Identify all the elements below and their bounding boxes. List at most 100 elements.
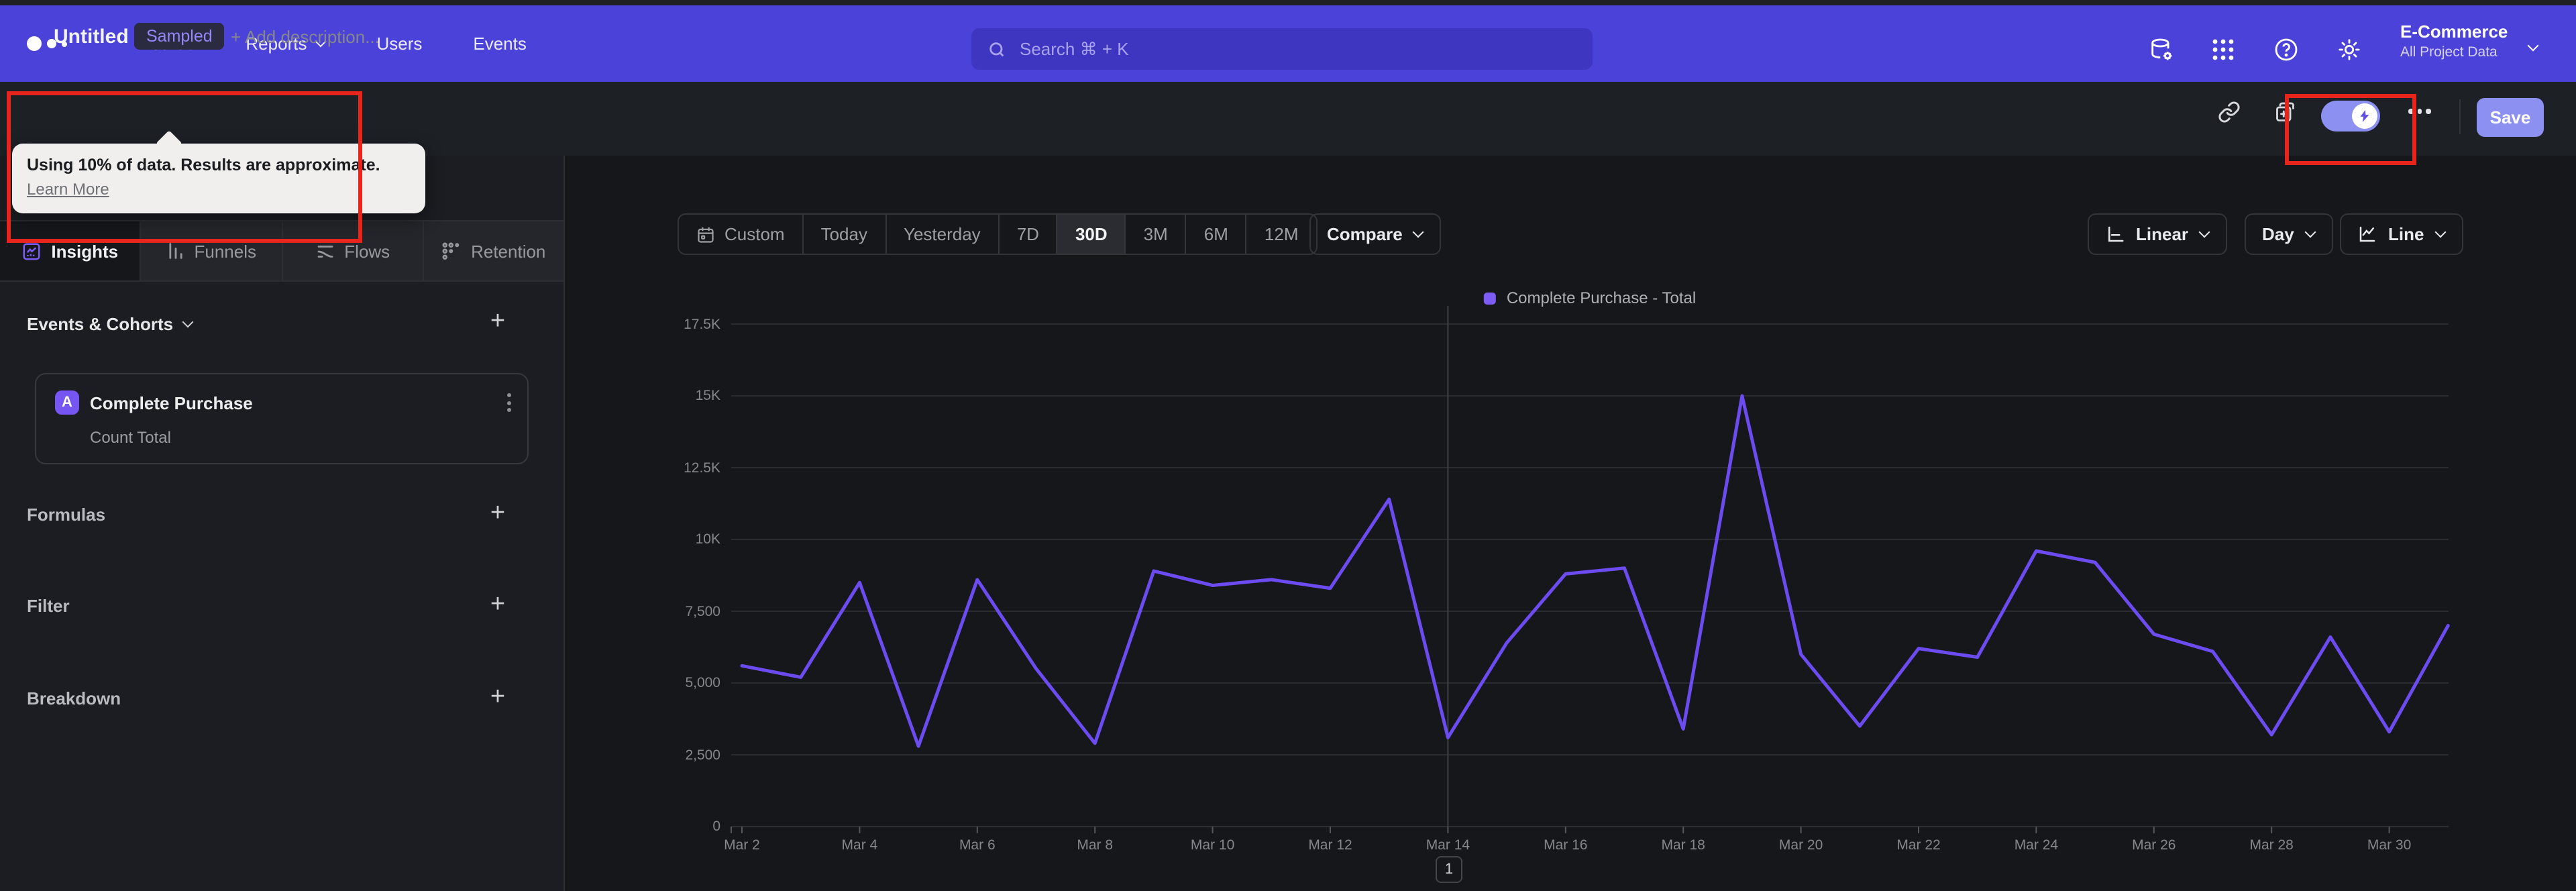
flows-icon <box>317 245 333 257</box>
y-axis-tick-label: 15K <box>695 388 720 404</box>
scale-dropdown[interactable]: Linear <box>2088 213 2228 255</box>
linear-axis-icon <box>2108 226 2124 242</box>
legend-label: Complete Purchase - Total <box>1506 289 1697 307</box>
pagination-page-1[interactable]: 1 <box>1436 856 1462 883</box>
data-management-icon[interactable] <box>2145 34 2178 66</box>
report-type-tabs: Insights Funnels Flows Retention <box>0 220 564 282</box>
y-axis-tick-label: 0 <box>712 819 720 835</box>
app-window: Boards Reports Users Events E-Commerce A… <box>0 0 2576 891</box>
range-30d[interactable]: 30D <box>1057 215 1126 254</box>
compare-dropdown[interactable]: Compare <box>1309 213 1442 255</box>
chart-type-dropdown[interactable]: Line <box>2340 213 2463 255</box>
y-axis-tick-label: 12.5K <box>684 460 720 476</box>
section-label: Events & Cohorts <box>27 314 174 334</box>
x-axis-tick-label: Mar 6 <box>959 837 996 853</box>
range-6m[interactable]: 6M <box>1187 215 1247 254</box>
help-icon[interactable] <box>2270 34 2302 66</box>
nav-item-label: Users <box>376 34 423 54</box>
report-title[interactable]: Untitled <box>54 25 129 48</box>
range-3m[interactable]: 3M <box>1126 215 1187 254</box>
x-axis-tick-label: Mar 4 <box>841 837 878 853</box>
range-label: Custom <box>724 224 785 244</box>
tab-funnels[interactable]: Funnels <box>141 221 282 280</box>
add-description-field[interactable]: + Add description... <box>231 27 380 47</box>
query-sidebar: Insights Funnels Flows Retention Events … <box>0 156 565 891</box>
tab-label: Insights <box>51 241 119 261</box>
project-name: E-Commerce <box>2400 21 2508 42</box>
search-input[interactable] <box>1017 38 1532 60</box>
range-yesterday[interactable]: Yesterday <box>886 215 1000 254</box>
add-event-button[interactable]: + <box>483 307 513 337</box>
chevron-down-icon <box>2434 226 2445 237</box>
add-formula-button[interactable]: + <box>483 499 513 529</box>
range-label: Yesterday <box>904 224 981 244</box>
tab-label: Retention <box>471 241 546 261</box>
settings-gear-icon[interactable] <box>2333 34 2365 66</box>
event-metric[interactable]: Count Total <box>90 428 171 447</box>
funnels-icon <box>168 243 182 259</box>
range-label: 6M <box>1203 224 1228 244</box>
tab-retention[interactable]: Retention <box>423 221 564 280</box>
range-7d[interactable]: 7D <box>1000 215 1058 254</box>
calendar-icon <box>698 226 714 242</box>
save-button[interactable]: Save <box>2477 98 2544 137</box>
project-selector[interactable]: E-Commerce All Project Data <box>2400 21 2529 60</box>
y-axis-tick-label: 7,500 <box>685 603 720 619</box>
line-chart-icon <box>2359 226 2375 242</box>
tab-label: Flows <box>344 241 390 261</box>
event-kebab-menu-icon[interactable] <box>507 393 511 412</box>
interval-dropdown[interactable]: Day <box>2245 213 2333 255</box>
range-label: 7D <box>1016 224 1039 244</box>
add-filter-button[interactable]: + <box>483 590 513 620</box>
project-scope: All Project Data <box>2400 44 2498 60</box>
chevron-down-icon[interactable] <box>2528 40 2538 51</box>
nav-item-events[interactable]: Events <box>473 34 527 54</box>
chart-panel: Custom Today Yesterday 7D 30D 3M 6M 12M … <box>565 156 2576 891</box>
legend-swatch <box>1483 292 1496 304</box>
tab-flows[interactable]: Flows <box>282 221 424 280</box>
x-axis-tick-label: Mar 14 <box>1426 837 1470 853</box>
x-axis-tick-label: Mar 24 <box>2014 837 2059 853</box>
range-label: Today <box>820 224 867 244</box>
range-12m[interactable]: 12M <box>1247 215 1316 254</box>
toggle-knob <box>2352 103 2377 129</box>
x-axis-tick-label: Mar 20 <box>1778 837 1823 853</box>
breakdown-section-label: Breakdown <box>27 688 121 709</box>
event-letter-badge: A <box>55 390 79 415</box>
apps-grid-icon[interactable] <box>2207 34 2239 66</box>
x-axis-tick-label: Mar 16 <box>1544 837 1588 853</box>
event-card[interactable]: A Complete Purchase Count Total <box>35 373 529 464</box>
scale-label: Linear <box>2136 224 2189 244</box>
sampling-tooltip: Using 10% of data. Results are approxima… <box>12 144 425 213</box>
tab-label: Funnels <box>194 241 257 261</box>
interval-label: Day <box>2262 224 2294 244</box>
add-to-board-icon[interactable] <box>2271 97 2301 126</box>
y-axis-tick-label: 10K <box>695 531 720 547</box>
chevron-down-icon <box>182 316 193 327</box>
range-custom[interactable]: Custom <box>679 215 804 254</box>
x-axis-tick-label: Mar 8 <box>1077 837 1114 853</box>
header-divider <box>2459 99 2461 134</box>
learn-more-link[interactable]: Learn More <box>27 180 109 199</box>
nav-item-label: Events <box>473 34 527 54</box>
x-axis-tick-label: Mar 18 <box>1661 837 1705 853</box>
sampling-toggle[interactable] <box>2321 101 2380 132</box>
range-today[interactable]: Today <box>804 215 886 254</box>
more-options-icon[interactable] <box>2408 109 2430 113</box>
sampled-badge[interactable]: Sampled <box>134 23 225 50</box>
tab-insights[interactable]: Insights <box>0 221 142 280</box>
chevron-down-icon <box>2305 226 2316 237</box>
nav-item-users[interactable]: Users <box>376 34 422 54</box>
search-bar[interactable] <box>971 28 1593 70</box>
copy-link-icon[interactable] <box>2214 97 2243 126</box>
formulas-section-label: Formulas <box>27 505 106 525</box>
tooltip-text: Using 10% of data. Results are approxima… <box>27 156 380 174</box>
add-breakdown-button[interactable]: + <box>483 683 513 713</box>
chevron-down-icon <box>2199 226 2210 237</box>
chart-legend[interactable]: Complete Purchase - Total <box>1483 289 1697 307</box>
x-axis-tick-label: Mar 30 <box>2367 837 2412 853</box>
window-top-strip <box>0 0 2576 5</box>
x-axis-tick-label: Mar 2 <box>724 837 760 853</box>
x-axis-tick-label: Mar 12 <box>1308 837 1352 853</box>
events-cohorts-header[interactable]: Events & Cohorts <box>27 314 193 334</box>
